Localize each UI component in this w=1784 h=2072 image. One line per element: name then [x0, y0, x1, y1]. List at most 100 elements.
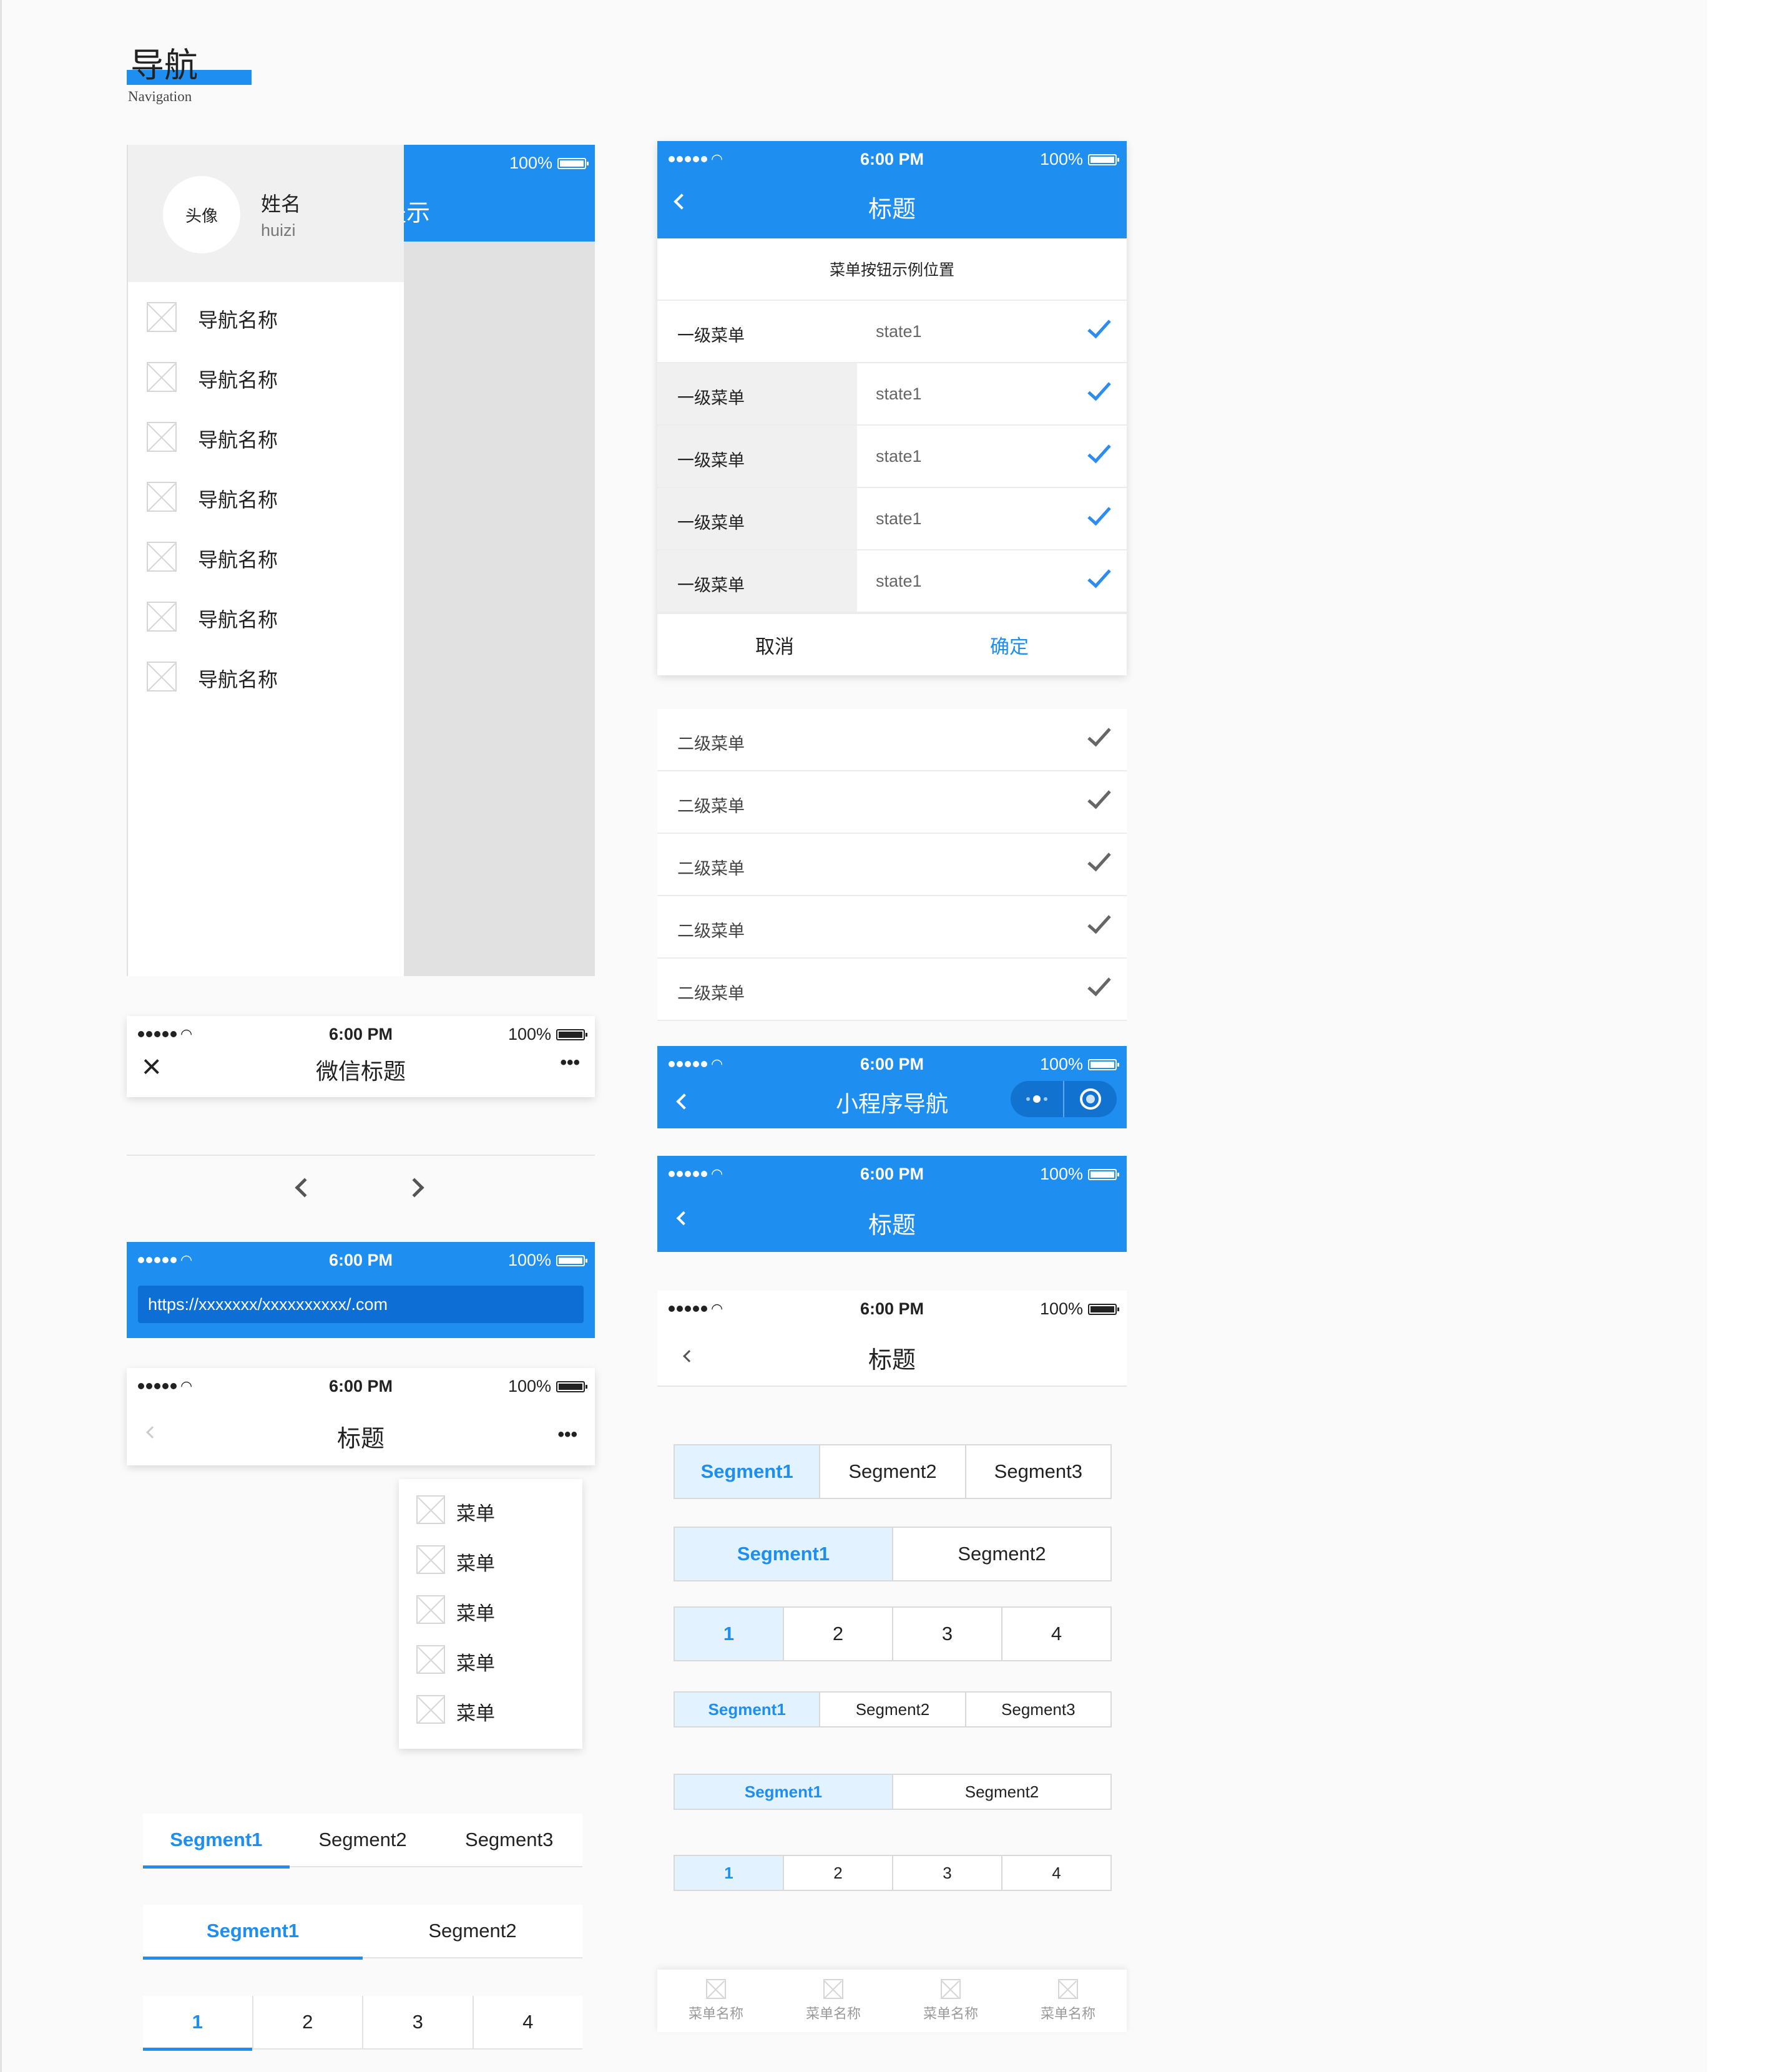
secondary-list-item[interactable]: 二级菜单 [657, 959, 1127, 1021]
wechat-title: 微信标题 [315, 1058, 406, 1084]
segment-option[interactable]: 2 [783, 1856, 892, 1890]
segment-option[interactable]: Segment2 [892, 1775, 1110, 1809]
behind-screen-header: 100% 提示 [383, 145, 595, 242]
segment-option[interactable]: Segment3 [964, 1693, 1110, 1726]
placeholder-icon [1058, 1979, 1078, 1999]
profile-username: huizi [261, 221, 296, 240]
dropdown-item[interactable]: 菜单 [399, 1639, 582, 1679]
placeholder-icon [941, 1979, 961, 1999]
segment-option[interactable]: 3 [892, 1608, 1001, 1660]
segment-option[interactable]: Segment2 [892, 1528, 1110, 1580]
placeholder-icon [416, 1545, 445, 1574]
status-bar: ◠ 6:00 PM 100% [657, 141, 1127, 178]
tab-bar-item[interactable]: 菜单名称 [1009, 1970, 1127, 2032]
drawer-item[interactable]: 导航名称 [128, 414, 403, 456]
battery-icon [1088, 1303, 1119, 1315]
tab-bar-label: 菜单名称 [805, 2006, 861, 2021]
drawer-demo: 100% 提示 头像 姓名 huizi 导航名称 导航名称 导航名称 导航名称 导航名称… [127, 145, 595, 976]
segment-option[interactable]: 3 [892, 1856, 1001, 1890]
segment-option[interactable]: Segment1 [675, 1693, 820, 1726]
battery-icon [556, 1381, 587, 1392]
picker-row[interactable]: 一级菜单 state1 [657, 301, 1127, 363]
tab-option[interactable]: Segment3 [436, 1814, 582, 1866]
confirm-button[interactable]: 确定 [892, 614, 1127, 675]
more-icon[interactable]: ••• [557, 1424, 577, 1445]
segment-option[interactable]: Segment2 [819, 1693, 964, 1726]
tab-bar-item[interactable]: 菜单名称 [775, 1970, 892, 2032]
segmented-control: 1234 [674, 1855, 1112, 1891]
battery-text: 100% [1039, 150, 1083, 169]
dropdown-menu: 菜单 菜单 菜单 菜单 菜单 [399, 1479, 582, 1749]
segment-option[interactable]: Segment1 [675, 1775, 892, 1809]
drawer-item-label: 导航名称 [198, 608, 278, 631]
tab-option[interactable]: 2 [252, 1996, 363, 2048]
status-bar: ◠ 6:00 PM 100% [657, 1291, 1127, 1328]
segment-option[interactable]: 4 [1001, 1608, 1110, 1660]
state-label: state1 [876, 322, 922, 341]
battery-text: 100% [509, 154, 552, 172]
tab-option[interactable]: Segment2 [290, 1814, 436, 1866]
secondary-list-item[interactable]: 二级菜单 [657, 834, 1127, 896]
drawer-item[interactable]: 导航名称 [128, 654, 403, 695]
battery-status: 100% [1040, 1055, 1119, 1074]
picker-row[interactable]: 一级菜单 state1 [657, 488, 1127, 550]
menu-navbar-title: 标题 [336, 1426, 385, 1452]
segment-option[interactable]: 4 [1001, 1856, 1110, 1890]
tab-option[interactable]: Segment1 [143, 1814, 290, 1869]
drawer-item[interactable]: 导航名称 [128, 534, 403, 575]
battery-icon [556, 1029, 587, 1040]
capsule-more-icon[interactable] [1011, 1081, 1064, 1117]
more-icon[interactable]: ••• [560, 1052, 580, 1073]
dim-overlay[interactable] [401, 242, 595, 976]
dropdown-item[interactable]: 菜单 [399, 1689, 582, 1729]
tab-option[interactable]: 3 [362, 1996, 473, 2048]
prev-arrow[interactable] [295, 1178, 315, 1198]
blue-navbar-title: 标题 [868, 1213, 916, 1239]
battery-text: 100% [507, 1377, 551, 1395]
drawer-profile[interactable]: 头像 姓名 huizi [128, 145, 404, 282]
segment-option[interactable]: 2 [783, 1608, 892, 1660]
tab-option[interactable]: Segment2 [363, 1905, 582, 1957]
placeholder-icon [147, 302, 177, 332]
dropdown-item[interactable]: 菜单 [399, 1539, 582, 1579]
tab-bar-item[interactable]: 菜单名称 [657, 1970, 775, 2032]
next-arrow[interactable] [404, 1178, 424, 1198]
segment-option[interactable]: Segment2 [819, 1445, 964, 1498]
avatar[interactable]: 头像 [163, 176, 240, 253]
tab-option[interactable]: 4 [472, 1996, 583, 2048]
segment-option[interactable]: Segment1 [675, 1445, 820, 1498]
secondary-list-item[interactable]: 二级菜单 [657, 709, 1127, 771]
drawer-item[interactable]: 导航名称 [128, 354, 403, 396]
battery-icon [557, 157, 589, 169]
placeholder-icon [416, 1645, 445, 1674]
check-icon [1087, 847, 1111, 872]
primary-menu-label: 一级菜单 [677, 514, 745, 532]
drawer-item[interactable]: 导航名称 [128, 295, 403, 336]
picker-row[interactable]: 一级菜单 state1 [657, 363, 1127, 426]
drawer-item[interactable]: 导航名称 [128, 474, 403, 516]
segmented-control: Segment1 Segment2 [674, 1527, 1112, 1581]
segment-option[interactable]: Segment1 [675, 1528, 892, 1580]
dropdown-item[interactable]: 菜单 [399, 1589, 582, 1629]
battery-status: 100% [509, 154, 589, 173]
capsule-close-icon[interactable] [1064, 1081, 1117, 1117]
cancel-button[interactable]: 取消 [657, 614, 892, 675]
segment-option[interactable]: 1 [675, 1608, 783, 1660]
segment-option[interactable]: Segment3 [964, 1445, 1110, 1498]
check-icon [1087, 564, 1111, 589]
dropdown-item[interactable]: 菜单 [399, 1489, 582, 1529]
drawer-item[interactable]: 导航名称 [128, 594, 403, 635]
picker-row[interactable]: 一级菜单 state1 [657, 426, 1127, 488]
picker-row[interactable]: 一级菜单 state1 [657, 550, 1127, 613]
secondary-list-item[interactable]: 二级菜单 [657, 896, 1127, 959]
tab-option[interactable]: 1 [143, 1996, 252, 2051]
segment-option[interactable]: 1 [675, 1856, 783, 1890]
menu-navbar: ◠ 6:00 PM 100% 标题 ••• [127, 1368, 595, 1465]
secondary-list-item[interactable]: 二级菜单 [657, 771, 1127, 834]
secondary-menu-label: 二级菜单 [677, 922, 745, 941]
tab-option[interactable]: Segment1 [143, 1905, 363, 1960]
url-field[interactable]: https://xxxxxxx/xxxxxxxxxx/.com [138, 1286, 584, 1323]
battery-status: 100% [1039, 150, 1119, 169]
tab-bar-item[interactable]: 菜单名称 [892, 1970, 1009, 2032]
segmented-control: Segment1 Segment2 [674, 1774, 1112, 1810]
